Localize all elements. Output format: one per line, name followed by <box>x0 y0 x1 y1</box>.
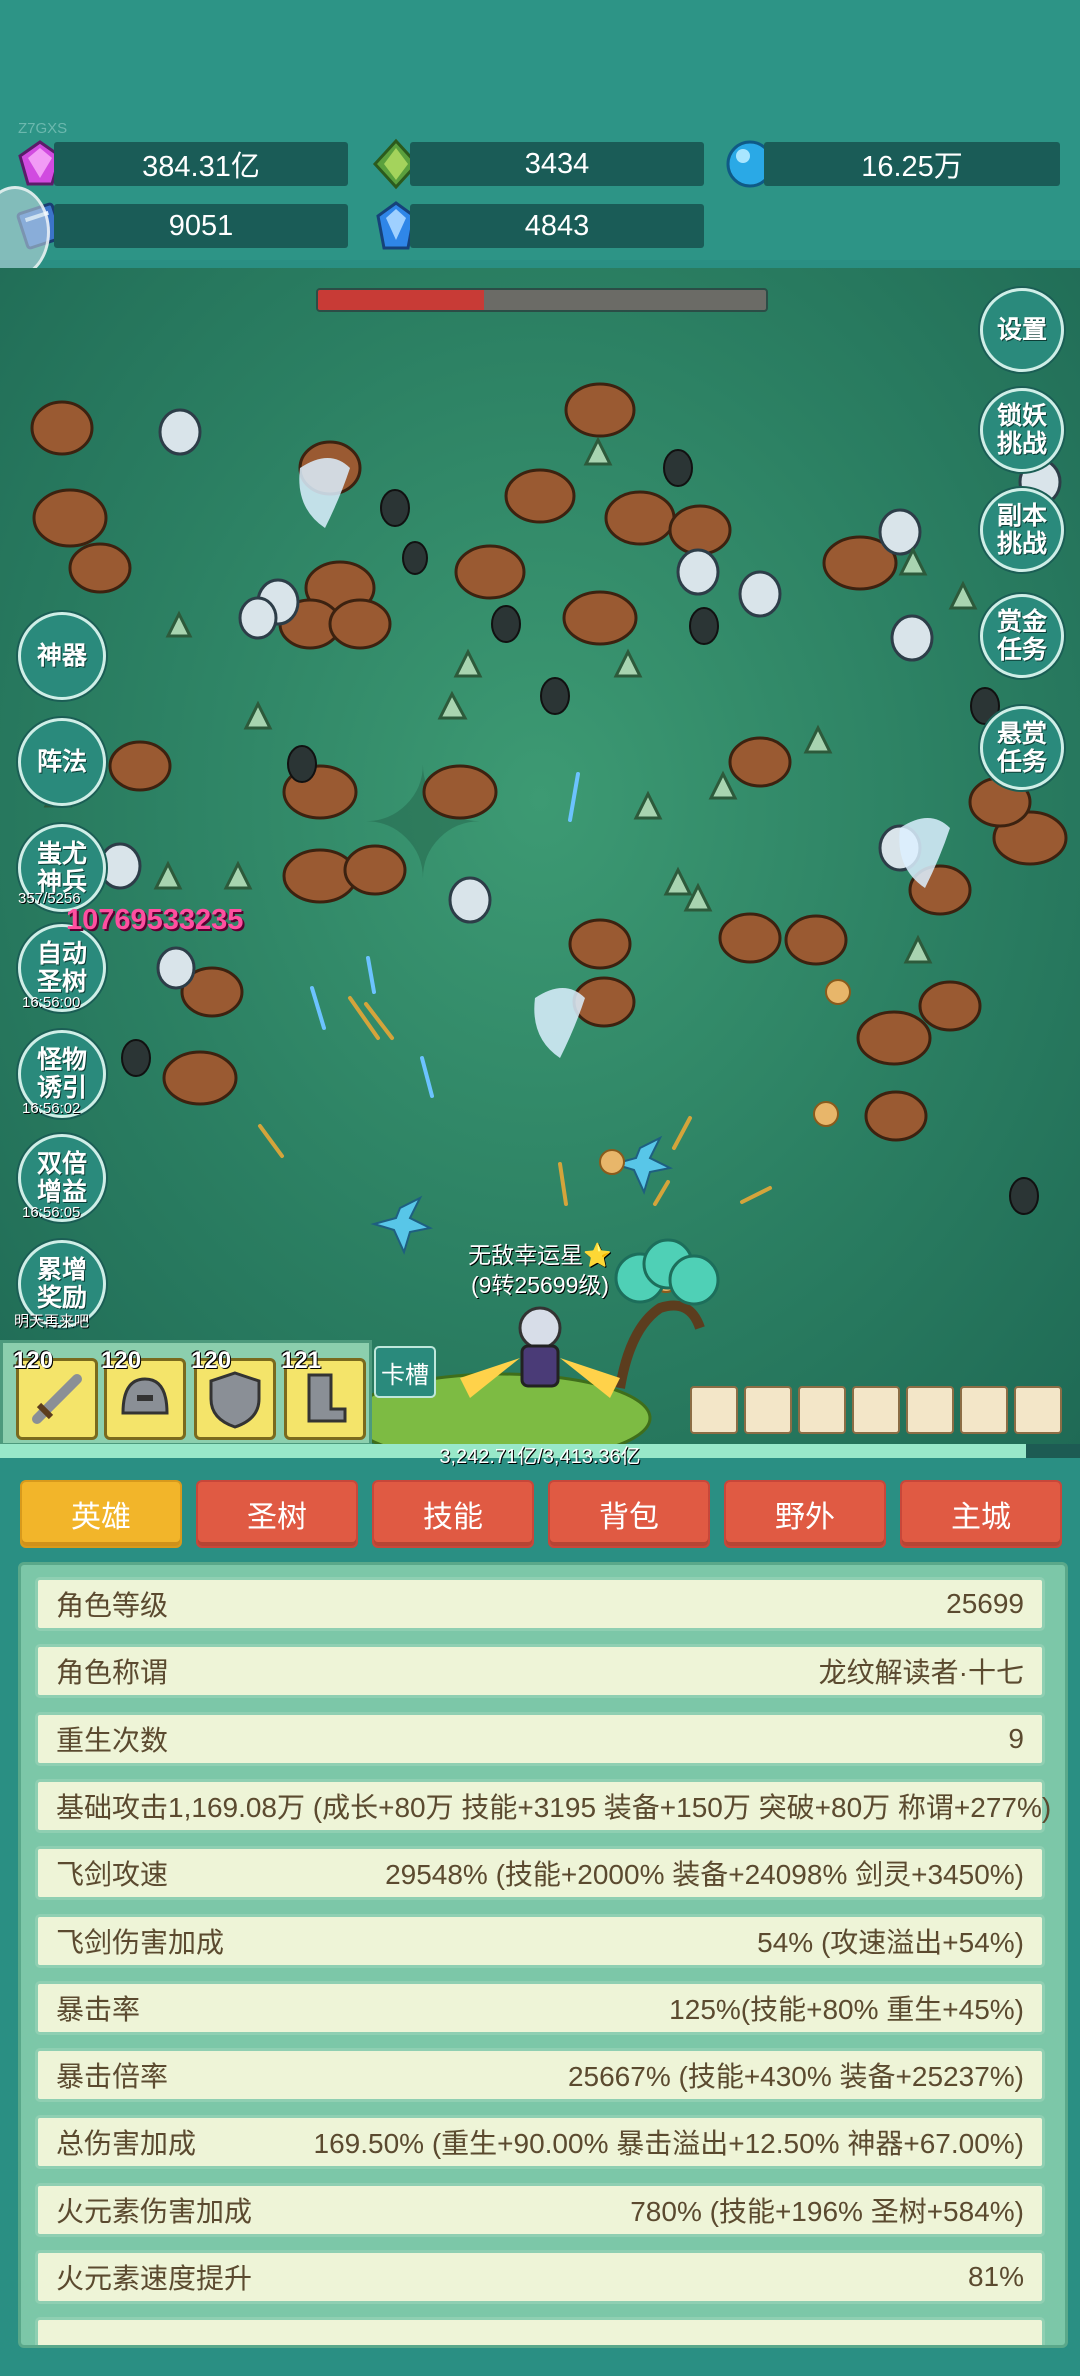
stat-value: 169.50% (重生+90.00% 暴击溢出+12.50% 神器+67.00%… <box>313 2128 1024 2160</box>
resource-gems: 384.31亿 <box>54 142 348 186</box>
stat-value: 25699 <box>946 1588 1024 1619</box>
armor-level: 120 <box>191 1347 232 1374</box>
stat-value: 29548% (技能+2000% 装备+24098% 剑灵+3450%) <box>385 1859 1024 1891</box>
stat-row: 飞剑伤害加成 54% (攻速溢出+54%) <box>35 1913 1045 1968</box>
equip-slot-boots[interactable]: 121 <box>281 1347 366 1440</box>
formation-button[interactable]: 阵法 <box>18 718 106 806</box>
resource-book: 9051 <box>54 204 348 248</box>
skill-slot-2[interactable] <box>744 1386 792 1434</box>
stat-value: 25667% (技能+430% 装备+25237%) <box>567 2061 1024 2093</box>
stat-label: 暴击倍率 <box>56 2061 169 2093</box>
resource-green-crystal: 3434 <box>410 142 704 186</box>
stat-row-partial <box>35 2317 1045 2345</box>
stat-label: 角色称谓 <box>56 1657 169 1689</box>
stat-label: 基础攻击 <box>56 1791 169 1823</box>
stat-row: 角色等级 25699 <box>35 1577 1045 1631</box>
stat-row: 暴击倍率 25667% (技能+430% 装备+25237%) <box>35 2048 1045 2103</box>
stat-label: 飞剑攻速 <box>56 1859 169 1891</box>
artifact-button[interactable]: 神器 <box>18 612 106 700</box>
watermark: Z7GXS <box>18 120 68 137</box>
tab-backpack[interactable]: 背包 <box>548 1480 710 1548</box>
tab-hero[interactable]: 英雄 <box>20 1480 182 1548</box>
skill-slot-5[interactable] <box>906 1386 954 1434</box>
skill-slot-6[interactable] <box>960 1386 1008 1434</box>
stat-label: 火元素速度提升 <box>56 2263 253 2294</box>
equipment-bar: 120 120 120 121 卡槽 <box>0 1340 1080 1452</box>
auto-tree-timer: 16:56:00 <box>22 994 81 1011</box>
tab-main-city[interactable]: 主城 <box>900 1480 1062 1548</box>
resource-blue-crystal: 4843 <box>410 204 704 248</box>
resource-blue-orb: 16.25万 <box>764 142 1060 186</box>
stat-label: 飞剑伤害加成 <box>56 1926 225 1958</box>
stat-row: 火元素速度提升 81% <box>35 2250 1045 2304</box>
green-crystal-value: 3434 <box>524 147 590 180</box>
stat-value: 龙纹解读者·十七 <box>818 1657 1024 1689</box>
skill-slot-3[interactable] <box>798 1386 846 1434</box>
settings-button[interactable]: 设置 <box>980 288 1064 372</box>
stat-value: 780% (技能+196% 圣树+584%) <box>630 2195 1024 2227</box>
resource-bar: Z7GXS 384.31亿 3434 16.25万 9051 4843 <box>0 0 1080 278</box>
stat-value: 54% (攻速溢出+54%) <box>757 1926 1024 1958</box>
boots-level: 121 <box>281 1347 322 1374</box>
tab-skills[interactable]: 技能 <box>372 1480 534 1548</box>
stat-row: 总伤害加成 169.50% (重生+90.00% 暴击溢出+12.50% 神器+6… <box>35 2115 1045 2170</box>
lock-demon-challenge-button[interactable]: 锁妖 挑战 <box>980 388 1064 472</box>
stat-label: 暴击率 <box>56 1993 141 2025</box>
damage-number: 10769533235 <box>66 904 244 936</box>
equip-slot-weapon[interactable]: 120 <box>13 1347 98 1440</box>
stat-value: 9 <box>1008 1722 1024 1754</box>
skill-slot-4[interactable] <box>852 1386 900 1434</box>
book-value: 9051 <box>168 209 234 242</box>
player-level: (9转25699级) <box>470 1272 610 1298</box>
stat-row: 基础攻击 1,169.08万 (成长+80万 技能+3195 装备+150万 突破… <box>35 1778 1051 1833</box>
blue-crystal-value: 4843 <box>524 209 590 242</box>
equip-slot-helmet[interactable]: 120 <box>101 1347 186 1440</box>
skill-slot-7[interactable] <box>1014 1386 1062 1434</box>
bounty-task-button[interactable]: 赏金 任务 <box>980 594 1064 678</box>
monster-lure-timer: 16:56:02 <box>22 1100 81 1117</box>
stat-row: 火元素伤害加成 780% (技能+196% 圣树+584%) <box>35 2182 1045 2237</box>
hero-stats-panel: 角色等级 25699 角色称谓 龙纹解读者·十七重生次数 9 基础攻击 1,169.08万 … <box>18 1562 1068 2348</box>
main-tabs: 英雄 圣树 技能 背包 野外 主城 <box>0 1474 1080 1554</box>
double-gain-timer: 16:56:05 <box>22 1204 81 1221</box>
weapon-level: 120 <box>13 1347 54 1374</box>
skill-slot-1[interactable] <box>690 1386 738 1434</box>
equip-slot-armor[interactable]: 120 <box>191 1347 276 1440</box>
tab-wild[interactable]: 野外 <box>724 1480 886 1548</box>
stat-row: 飞剑攻速 29548% (技能+2000% 装备+24098% 剑灵+3450%) <box>35 1846 1045 1901</box>
stat-label: 角色等级 <box>56 1590 169 1621</box>
accumulated-reward-status: 明天再来吧 <box>14 1313 90 1330</box>
stat-label: 总伤害加成 <box>56 2128 197 2160</box>
card-slot-button[interactable]: 卡槽 <box>374 1346 436 1398</box>
dungeon-challenge-button[interactable]: 副本 挑战 <box>980 488 1064 572</box>
stat-value: 125%(技能+80% 重生+45%) <box>669 1993 1024 2025</box>
stat-label: 火元素伤害加成 <box>56 2195 253 2227</box>
tab-holy-tree[interactable]: 圣树 <box>196 1480 358 1548</box>
stat-value: 81% <box>967 2261 1024 2292</box>
player-hp-text: 3,242.71亿/3,413.36亿 <box>439 1446 641 1468</box>
stat-row: 暴击率 125%(技能+80% 重生+45%) <box>35 1980 1045 2035</box>
helmet-level: 120 <box>101 1347 142 1374</box>
stat-row: 重生次数 9 <box>35 1711 1045 1766</box>
player-name: 无敌幸运星⭐ <box>468 1242 612 1268</box>
stat-row: 角色称谓 龙纹解读者·十七 <box>35 1644 1045 1699</box>
stat-value: 1,169.08万 (成长+80万 技能+3195 装备+150万 突破+80万… <box>168 1791 1052 1823</box>
battle-field: ✦ 设置 锁妖 挑战 副本 挑战 赏金 任务 悬赏 任务 神器 阵法 蚩尤 神兵… <box>0 268 1080 1448</box>
blue-orb-value: 16.25万 <box>861 151 963 183</box>
stat-label: 重生次数 <box>56 1724 169 1756</box>
reward-task-button[interactable]: 悬赏 任务 <box>980 706 1064 790</box>
gems-value: 384.31亿 <box>142 151 260 183</box>
